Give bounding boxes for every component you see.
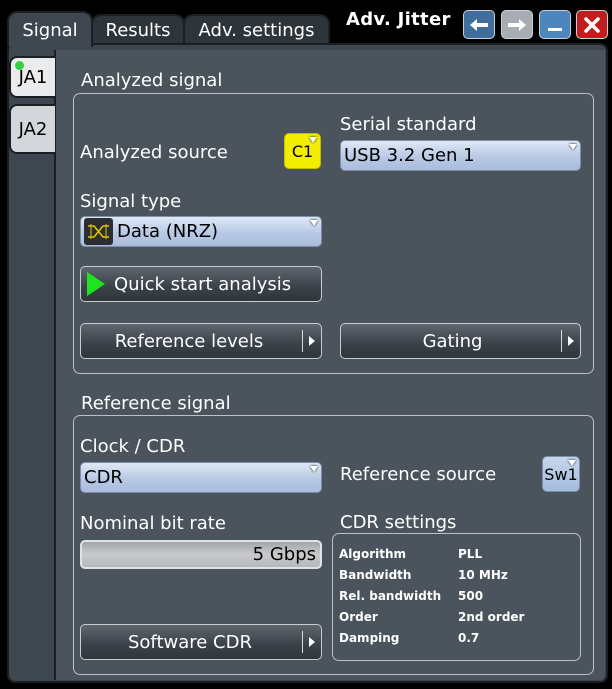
- analyzed-source-value: C1: [291, 141, 314, 161]
- close-button[interactable]: [576, 10, 608, 39]
- forward-button[interactable]: [501, 10, 533, 39]
- analyzed-signal-title: Analyzed signal: [81, 70, 223, 91]
- cdr-row-value: PLL: [458, 547, 483, 561]
- cdr-row-key: Damping: [339, 631, 400, 645]
- clock-cdr-label: Clock / CDR: [80, 436, 186, 457]
- clock-cdr-dropdown[interactable]: CDR: [80, 462, 322, 493]
- gating-label: Gating: [422, 330, 483, 352]
- side-tab-ja1-indicator: [15, 61, 24, 70]
- nominal-bit-rate-value: 5 Gbps: [252, 544, 316, 565]
- signal-type-dropdown[interactable]: Data (NRZ): [80, 216, 322, 247]
- quick-start-analysis-label: Quick start analysis: [114, 273, 292, 295]
- button-separator: [302, 631, 303, 653]
- quick-start-analysis-button[interactable]: Quick start analysis: [80, 266, 322, 302]
- software-cdr-button[interactable]: Software CDR: [80, 624, 322, 660]
- tab-results[interactable]: Results: [91, 14, 185, 45]
- dropdown-indicator-icon: [310, 220, 318, 226]
- reference-source-value: Sw1: [544, 464, 578, 484]
- side-tab-ja1[interactable]: JA1: [9, 56, 55, 98]
- side-tab-ja1-label: JA1: [18, 66, 48, 88]
- reference-levels-button[interactable]: Reference levels: [80, 323, 322, 359]
- serial-standard-dropdown[interactable]: USB 3.2 Gen 1: [340, 140, 581, 171]
- dropdown-indicator-icon: [569, 144, 577, 150]
- button-separator: [302, 330, 303, 352]
- cdr-row-value: 500: [458, 589, 484, 603]
- cdr-row-key: Rel. bandwidth: [339, 589, 442, 603]
- cdr-row-key: Bandwidth: [339, 568, 412, 582]
- reference-levels-label: Reference levels: [114, 330, 264, 352]
- analyzed-source-selector[interactable]: C1: [284, 133, 321, 169]
- nominal-bit-rate-field[interactable]: 5 Gbps: [80, 540, 322, 569]
- cdr-settings-table: Algorithm PLL Bandwidth 10 MHz Rel. band…: [339, 547, 579, 652]
- tab-adv-settings-label: Adv. settings: [198, 20, 315, 41]
- dropdown-indicator-icon: [310, 466, 318, 472]
- dropdown-indicator-icon: [568, 460, 576, 466]
- reference-source-label: Reference source: [340, 464, 497, 485]
- serial-standard-label: Serial standard: [340, 114, 477, 135]
- arrow-right-icon: [508, 18, 526, 31]
- cdr-row-value: 2nd order: [458, 610, 525, 624]
- software-cdr-label: Software CDR: [127, 631, 252, 653]
- button-separator: [561, 330, 562, 352]
- reference-signal-title: Reference signal: [81, 393, 231, 414]
- tab-signal-label: Signal: [22, 19, 78, 41]
- cdr-row-key: Algorithm: [339, 547, 407, 561]
- chevron-right-icon: [309, 637, 315, 647]
- reference-source-selector[interactable]: Sw1: [542, 456, 580, 492]
- dropdown-indicator-icon: [309, 137, 317, 143]
- close-icon: [584, 16, 600, 33]
- arrow-left-icon: [470, 18, 488, 31]
- play-icon: [87, 272, 105, 296]
- side-tab-ja2-label: JA2: [18, 118, 48, 140]
- signal-type-label: Signal type: [80, 191, 182, 212]
- chevron-right-icon: [309, 336, 315, 346]
- cdr-row-value: 0.7: [458, 631, 480, 645]
- serial-standard-value: USB 3.2 Gen 1: [344, 145, 475, 166]
- nominal-bit-rate-label: Nominal bit rate: [80, 513, 226, 534]
- chevron-right-icon: [568, 336, 574, 346]
- minimize-icon: [548, 27, 562, 31]
- side-tab-ja2[interactable]: JA2: [9, 104, 55, 154]
- clock-cdr-value: CDR: [84, 467, 123, 488]
- dialog-title: Adv. Jitter: [346, 9, 451, 30]
- cdr-row-key: Order: [339, 610, 378, 624]
- tab-adv-settings[interactable]: Adv. settings: [183, 14, 330, 45]
- cdr-row-value: 10 MHz: [458, 568, 508, 582]
- gating-button[interactable]: Gating: [340, 323, 581, 359]
- eye-diagram-icon: [84, 218, 113, 245]
- cdr-settings-title: CDR settings: [340, 512, 457, 533]
- tab-results-label: Results: [105, 20, 171, 41]
- minimize-button[interactable]: [539, 10, 571, 39]
- back-button[interactable]: [463, 10, 495, 39]
- tab-signal[interactable]: Signal: [7, 11, 93, 47]
- analyzed-source-label: Analyzed source: [80, 142, 228, 163]
- signal-type-value: Data (NRZ): [117, 221, 219, 242]
